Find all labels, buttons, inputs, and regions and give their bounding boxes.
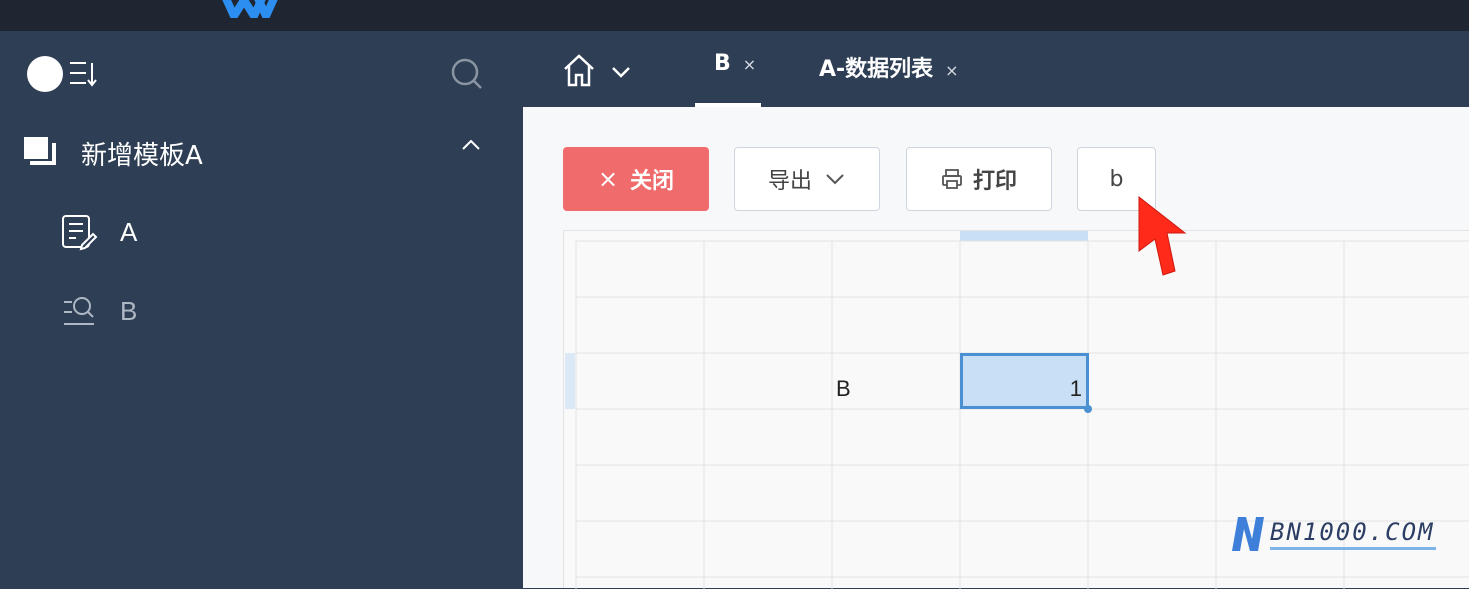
watermark-underline bbox=[1270, 547, 1436, 550]
export-button-label: 导出 bbox=[767, 169, 812, 194]
sidebar-group-label: 新增模板A bbox=[81, 141, 203, 171]
avatar[interactable] bbox=[27, 56, 63, 92]
tab-a-data-list[interactable]: A-数据列表 × bbox=[819, 51, 959, 107]
template-stack-icon bbox=[24, 137, 56, 165]
close-icon[interactable]: × bbox=[945, 61, 958, 80]
close-button-label: 关闭 bbox=[630, 169, 675, 194]
sidebar: 新增模板A A B bbox=[0, 31, 523, 588]
export-dropdown-button[interactable]: 导出 bbox=[734, 147, 880, 211]
fill-handle[interactable] bbox=[1084, 405, 1092, 413]
home-icon[interactable] bbox=[561, 53, 641, 89]
chevron-down-icon bbox=[826, 174, 844, 185]
watermark-logo-icon bbox=[1232, 517, 1264, 551]
edit-document-icon bbox=[62, 215, 98, 251]
mouse-cursor-icon bbox=[1138, 195, 1187, 276]
close-icon[interactable]: × bbox=[743, 55, 756, 74]
top-bar bbox=[0, 0, 1469, 31]
printer-icon bbox=[942, 169, 962, 189]
sidebar-item-label: B bbox=[120, 296, 138, 326]
menu-collapse-icon[interactable] bbox=[68, 59, 100, 89]
tab-b[interactable]: B × bbox=[695, 51, 761, 107]
print-button[interactable]: 打印 bbox=[906, 147, 1052, 211]
logo-icon bbox=[222, 0, 278, 18]
tab-label: B bbox=[714, 51, 731, 76]
watermark-text: BN1000.COM bbox=[1270, 518, 1435, 546]
sidebar-header bbox=[0, 31, 523, 111]
search-list-icon bbox=[64, 297, 94, 325]
tab-bar: B × A-数据列表 × bbox=[523, 31, 1469, 107]
selected-cell[interactable]: 1 bbox=[960, 353, 1089, 409]
sidebar-item-label: A bbox=[120, 217, 138, 247]
tab-label: A-数据列表 bbox=[819, 57, 934, 82]
sidebar-item-b[interactable]: B bbox=[0, 278, 523, 344]
sidebar-item-a[interactable]: A bbox=[0, 199, 523, 265]
b-button-label: b bbox=[1109, 166, 1124, 192]
grid-cell-text[interactable]: B bbox=[836, 376, 851, 402]
close-icon: × bbox=[597, 165, 619, 193]
close-button[interactable]: × 关闭 bbox=[563, 147, 709, 211]
chevron-up-icon[interactable] bbox=[458, 135, 484, 155]
print-button-label: 打印 bbox=[972, 169, 1017, 194]
search-icon[interactable] bbox=[450, 57, 484, 91]
sidebar-group[interactable]: 新增模板A bbox=[0, 121, 523, 181]
watermark: BN1000.COM bbox=[1228, 515, 1438, 555]
